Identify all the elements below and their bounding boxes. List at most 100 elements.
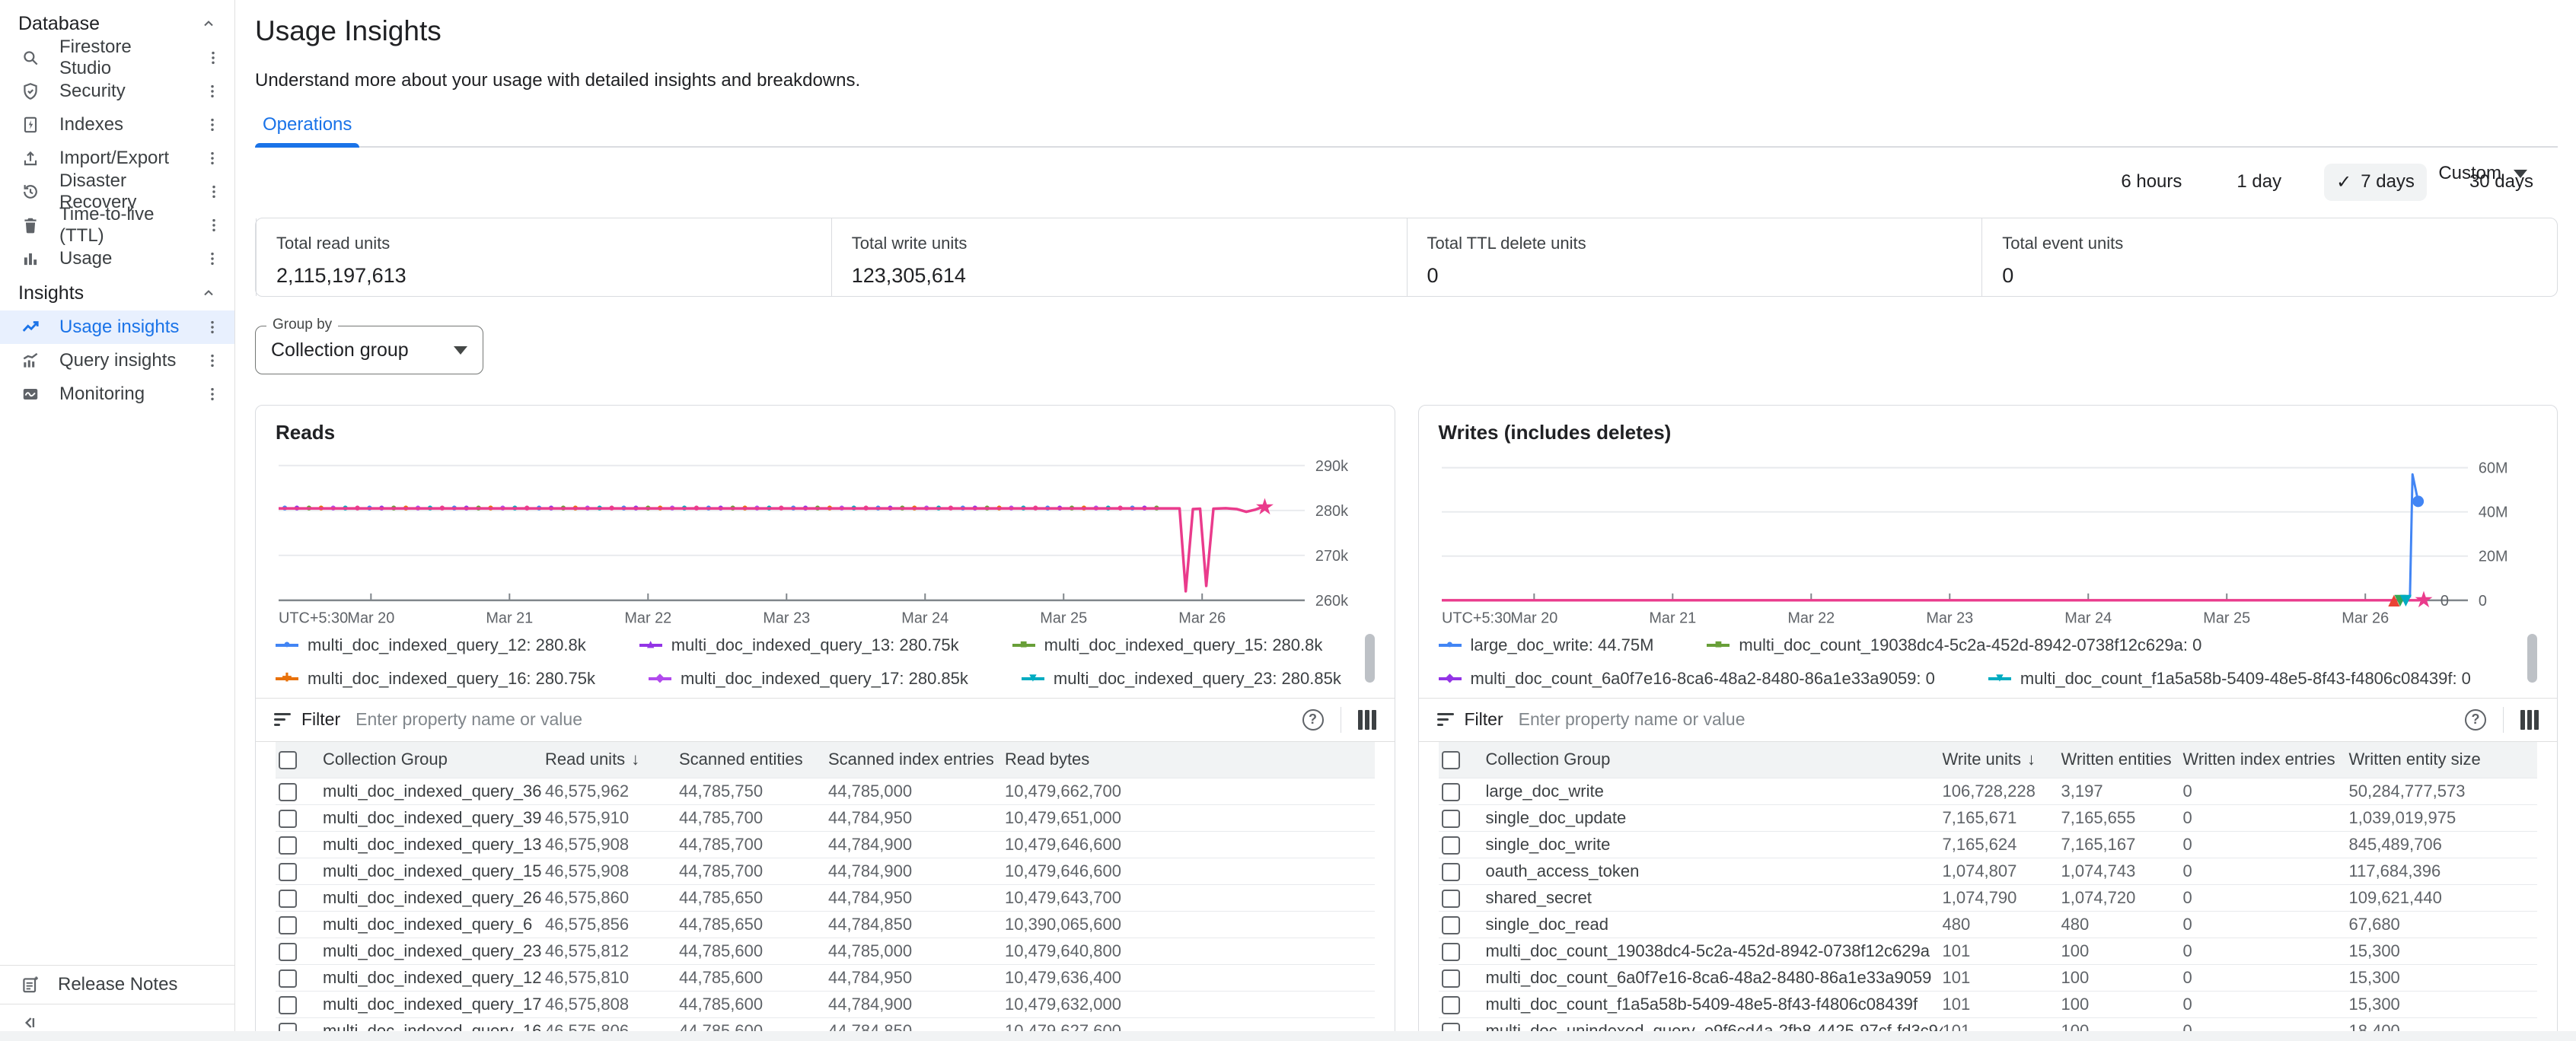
column-header[interactable]: Written index entries — [2183, 742, 2349, 778]
row-checkbox[interactable] — [279, 783, 297, 801]
time-range-chip[interactable]: ✓ 7 days — [2324, 164, 2427, 201]
cell-read-bytes: 10,479,651,000 — [1005, 805, 1375, 832]
legend-item: ● large_doc_write: 44.75M — [1439, 635, 1654, 655]
table-row[interactable]: multi_doc_indexed_query_36 46,575,962 44… — [276, 778, 1375, 805]
overflow-menu-icon[interactable] — [202, 48, 224, 68]
row-checkbox[interactable] — [1442, 890, 1460, 908]
column-header[interactable]: Written entities — [2061, 742, 2183, 778]
row-checkbox[interactable] — [1442, 836, 1460, 855]
cell-written-entities: 100 — [2061, 938, 2183, 965]
time-range-chip[interactable]: 1 day — [2224, 164, 2294, 200]
release-notes-link[interactable]: Release Notes — [0, 966, 234, 1004]
table-row[interactable]: multi_doc_indexed_query_17 46,575,808 44… — [276, 992, 1375, 1018]
sidebar-item-indexes[interactable]: Indexes — [0, 108, 234, 142]
overflow-menu-icon[interactable] — [204, 215, 224, 235]
row-checkbox[interactable] — [279, 890, 297, 908]
column-settings-icon[interactable] — [1358, 710, 1376, 730]
column-header[interactable]: Written entity size — [2349, 742, 2538, 778]
row-checkbox[interactable] — [279, 969, 297, 988]
help-icon[interactable]: ? — [1302, 709, 1324, 731]
row-checkbox[interactable] — [279, 810, 297, 828]
overflow-menu-icon[interactable] — [205, 182, 224, 202]
column-header-sorted[interactable]: Read units↓ — [545, 742, 679, 778]
sidebar-item-usage[interactable]: Usage — [0, 242, 234, 275]
sidebar-section-insights[interactable]: Insights — [0, 275, 234, 310]
group-by-label: Group by — [266, 317, 338, 333]
table-row[interactable]: multi_doc_count_6a0f7e16-8ca6-48a2-8480-… — [1439, 965, 2538, 992]
table-row[interactable]: shared_secret 1,074,790 1,074,720 0 109,… — [1439, 885, 2538, 912]
table-row[interactable]: single_doc_write 7,165,624 7,165,167 0 8… — [1439, 832, 2538, 858]
select-all-checkbox[interactable] — [279, 751, 297, 769]
legend-scrollbar[interactable] — [1365, 634, 1375, 683]
column-header-sorted[interactable]: Write units↓ — [1943, 742, 2061, 778]
overflow-menu-icon[interactable] — [201, 351, 224, 371]
table-row[interactable]: large_doc_write 106,728,228 3,197 0 50,2… — [1439, 778, 2538, 805]
table-row[interactable]: single_doc_update 7,165,671 7,165,655 0 … — [1439, 805, 2538, 832]
cell-write-units: 106,728,228 — [1943, 778, 2061, 805]
legend-scrollbar[interactable] — [2527, 634, 2537, 683]
table-row[interactable]: multi_doc_count_f1a5a58b-5409-48e5-8f43-… — [1439, 992, 2538, 1018]
row-checkbox[interactable] — [1442, 810, 1460, 828]
cell-scanned-entities: 44,785,600 — [679, 938, 828, 965]
table-row[interactable]: multi_doc_indexed_query_6 46,575,856 44,… — [276, 912, 1375, 938]
svg-text:Mar 23: Mar 23 — [1926, 610, 1973, 627]
row-checkbox[interactable] — [1442, 996, 1460, 1014]
overflow-menu-icon[interactable] — [201, 249, 224, 269]
overflow-menu-icon[interactable] — [201, 148, 224, 168]
sidebar-item-monitoring[interactable]: Monitoring — [0, 377, 234, 411]
row-checkbox[interactable] — [279, 836, 297, 855]
column-settings-icon[interactable] — [2520, 710, 2539, 730]
group-by-select[interactable]: Group by Collection group — [255, 326, 483, 374]
filter-label: Filter — [301, 709, 340, 730]
table-row[interactable]: multi_doc_indexed_query_39 46,575,910 44… — [276, 805, 1375, 832]
column-header[interactable]: Collection Group — [323, 742, 545, 778]
column-header[interactable]: Scanned entities — [679, 742, 828, 778]
table-row[interactable]: multi_doc_indexed_query_15 46,575,908 44… — [276, 858, 1375, 885]
sidebar-item-usage-insights[interactable]: Usage insights — [0, 310, 234, 344]
cell-written-entity-size: 15,300 — [2349, 992, 2538, 1018]
overflow-menu-icon[interactable] — [201, 317, 224, 337]
cell-scanned-entities: 44,785,700 — [679, 805, 828, 832]
cell-collection-group: multi_doc_indexed_query_39 — [323, 805, 545, 832]
row-checkbox[interactable] — [1442, 783, 1460, 801]
table-row[interactable]: oauth_access_token 1,074,807 1,074,743 0… — [1439, 858, 2538, 885]
overflow-menu-icon[interactable] — [201, 384, 224, 404]
help-icon[interactable]: ? — [2465, 709, 2486, 731]
row-checkbox[interactable] — [1442, 916, 1460, 934]
usage-totals-card: Total read units 2,115,197,613 Total wri… — [255, 218, 2558, 297]
row-checkbox[interactable] — [279, 863, 297, 881]
overflow-menu-icon[interactable] — [201, 81, 224, 101]
table-row[interactable]: multi_doc_count_19038dc4-5c2a-452d-8942-… — [1439, 938, 2538, 965]
table-row[interactable]: multi_doc_indexed_query_12 46,575,810 44… — [276, 965, 1375, 992]
overflow-menu-icon[interactable] — [201, 115, 224, 135]
row-checkbox[interactable] — [279, 996, 297, 1014]
row-checkbox[interactable] — [1442, 943, 1460, 961]
cell-read-bytes: 10,479,646,600 — [1005, 832, 1375, 858]
horizontal-scrollbar-track[interactable] — [0, 1031, 2576, 1041]
sidebar-item-firestore-studio[interactable]: Firestore Studio — [0, 41, 234, 75]
time-range-chip[interactable]: 6 hours — [2109, 164, 2194, 200]
sidebar-item-query-insights[interactable]: Query insights — [0, 344, 234, 377]
row-checkbox[interactable] — [279, 943, 297, 961]
sidebar-item-ttl[interactable]: Time-to-live (TTL) — [0, 209, 234, 242]
table-row[interactable]: single_doc_read 480 480 0 67,680 — [1439, 912, 2538, 938]
tab-operations[interactable]: Operations — [255, 114, 359, 146]
cell-scanned-index-entries: 44,784,950 — [828, 805, 1005, 832]
custom-range-button[interactable]: Custom — [2438, 163, 2527, 184]
select-all-checkbox[interactable] — [1442, 751, 1460, 769]
filter-input[interactable] — [1519, 709, 2465, 730]
column-header[interactable]: Scanned index entries — [828, 742, 1005, 778]
row-checkbox[interactable] — [279, 916, 297, 934]
sidebar-item-security[interactable]: Security — [0, 75, 234, 108]
row-checkbox[interactable] — [1442, 969, 1460, 988]
column-header[interactable]: Read bytes — [1005, 742, 1375, 778]
table-row[interactable]: multi_doc_indexed_query_13 46,575,908 44… — [276, 832, 1375, 858]
cell-written-index-entries: 0 — [2183, 858, 2349, 885]
legend-item-label: multi_doc_indexed_query_16: 280.75k — [308, 669, 595, 689]
cell-write-units: 101 — [1943, 992, 2061, 1018]
filter-input[interactable] — [355, 709, 1302, 730]
table-row[interactable]: multi_doc_indexed_query_23 46,575,812 44… — [276, 938, 1375, 965]
column-header[interactable]: Collection Group — [1486, 742, 1943, 778]
table-row[interactable]: multi_doc_indexed_query_26 46,575,860 44… — [276, 885, 1375, 912]
row-checkbox[interactable] — [1442, 863, 1460, 881]
